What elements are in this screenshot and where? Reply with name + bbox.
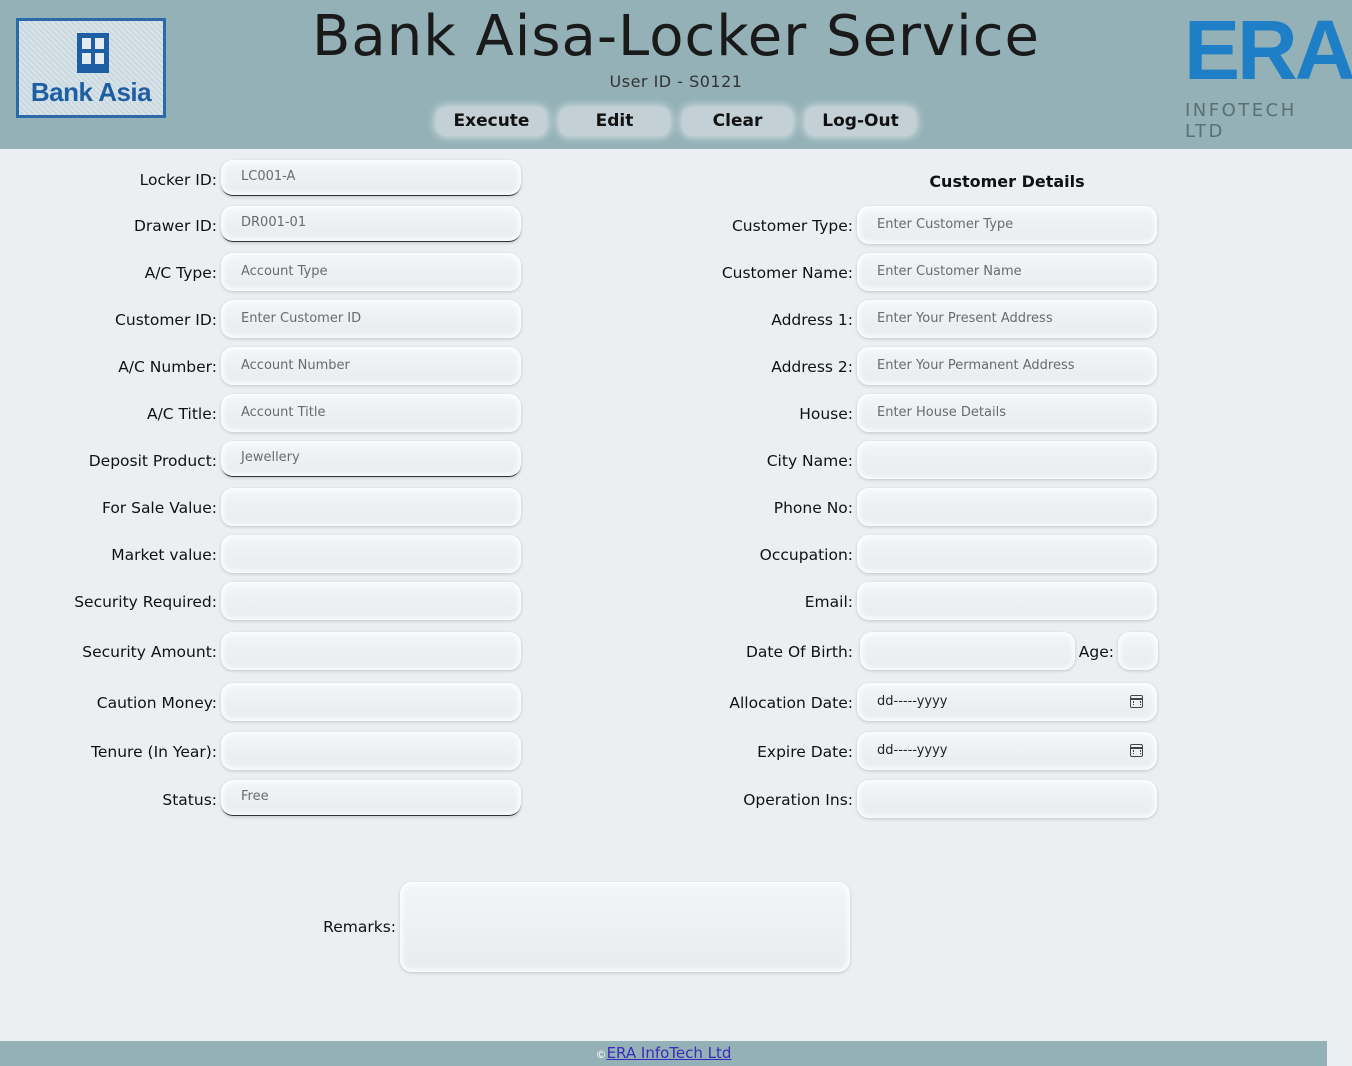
customer-name-label: Customer Name:: [721, 264, 853, 282]
remarks-label: Remarks:: [323, 918, 396, 936]
date-of-birth-label: Date Of Birth:: [746, 643, 853, 661]
operation-ins-field[interactable]: [857, 780, 1157, 818]
deposit-product-field[interactable]: Jewellery: [221, 441, 521, 477]
era-logo-subtext: INFOTECH LTD: [1185, 100, 1297, 142]
tenure-field[interactable]: [221, 732, 521, 770]
ac-title-field[interactable]: Account Title: [221, 394, 521, 432]
house-field[interactable]: Enter House Details: [857, 394, 1157, 432]
customer-id-label: Customer ID:: [115, 311, 217, 329]
tenure-label: Tenure (In Year):: [91, 743, 217, 761]
era-infotech-link[interactable]: ERA InfoTech Ltd: [607, 1044, 732, 1062]
address1-label: Address 1:: [771, 311, 853, 329]
city-name-field[interactable]: [857, 441, 1157, 479]
locker-id-label: Locker ID:: [139, 171, 217, 189]
execute-button[interactable]: Execute: [436, 107, 547, 136]
house-label: House:: [799, 405, 853, 423]
allocation-date-value: dd-----yyyy: [877, 694, 948, 709]
drawer-id-label: Drawer ID:: [133, 217, 217, 235]
customer-type-field[interactable]: Enter Customer Type: [857, 206, 1157, 244]
calendar-icon[interactable]: [1130, 695, 1143, 708]
locker-id-field[interactable]: LC001-A: [221, 160, 521, 196]
date-of-birth-field[interactable]: [860, 632, 1075, 670]
status-label: Status:: [162, 791, 217, 809]
expire-date-value: dd-----yyyy: [877, 743, 948, 758]
caution-money-field[interactable]: [221, 683, 521, 721]
ac-number-label: A/C Number:: [118, 358, 217, 376]
caution-money-label: Caution Money:: [96, 694, 217, 712]
ac-type-field[interactable]: Account Type: [221, 253, 521, 291]
expire-date-field[interactable]: dd-----yyyy: [857, 732, 1157, 770]
customer-id-field[interactable]: Enter Customer ID: [221, 300, 521, 338]
security-amount-field[interactable]: [221, 632, 521, 670]
status-field[interactable]: Free: [221, 780, 521, 816]
address2-field[interactable]: Enter Your Permanent Address: [857, 347, 1157, 385]
market-value-label: Market value:: [111, 546, 217, 564]
customer-type-label: Customer Type:: [731, 217, 853, 235]
ac-title-label: A/C Title:: [146, 405, 217, 423]
page-title: Bank Aisa-Locker Service: [312, 4, 1040, 69]
allocation-date-label: Allocation Date:: [729, 694, 853, 712]
allocation-date-field[interactable]: dd-----yyyy: [857, 683, 1157, 721]
edit-button[interactable]: Edit: [559, 107, 670, 136]
operation-ins-label: Operation Ins:: [743, 791, 853, 809]
city-name-label: City Name:: [766, 452, 853, 470]
copyright-symbol: ©: [595, 1048, 607, 1061]
calendar-icon[interactable]: [1130, 744, 1143, 757]
clear-button[interactable]: Clear: [682, 107, 793, 136]
phone-no-label: Phone No:: [773, 499, 853, 517]
ac-type-label: A/C Type:: [144, 264, 217, 282]
address1-field[interactable]: Enter Your Present Address: [857, 300, 1157, 338]
address2-label: Address 2:: [771, 358, 853, 376]
age-label: Age:: [1078, 643, 1114, 661]
user-id-text: User ID - S0121: [609, 72, 743, 91]
logout-button[interactable]: Log-Out: [805, 107, 916, 136]
remarks-textarea[interactable]: [400, 882, 850, 972]
security-required-field[interactable]: [221, 582, 521, 620]
ac-number-field[interactable]: Account Number: [221, 347, 521, 385]
email-label: Email:: [804, 593, 853, 611]
occupation-label: Occupation:: [759, 546, 853, 564]
customer-name-field[interactable]: Enter Customer Name: [857, 253, 1157, 291]
market-value-field[interactable]: [221, 535, 521, 573]
header-bar: Bank Asia Bank Aisa-Locker Service User …: [0, 0, 1352, 149]
expire-date-label: Expire Date:: [757, 743, 853, 761]
for-sale-value-label: For Sale Value:: [101, 499, 217, 517]
era-infotech-logo: ERA INFOTECH LTD: [1184, 8, 1352, 142]
email-field[interactable]: [857, 582, 1157, 620]
security-required-label: Security Required:: [74, 593, 217, 611]
phone-no-field[interactable]: [857, 488, 1157, 526]
drawer-id-field[interactable]: DR001-01: [221, 206, 521, 242]
age-field[interactable]: [1118, 632, 1158, 670]
customer-details-heading: Customer Details: [929, 172, 1085, 191]
occupation-field[interactable]: [857, 535, 1157, 573]
for-sale-value-field[interactable]: [221, 488, 521, 526]
security-amount-label: Security Amount:: [82, 643, 217, 661]
era-logo-text: ERA: [1184, 3, 1352, 97]
footer-bar: ©ERA InfoTech Ltd: [0, 1041, 1327, 1066]
deposit-product-label: Deposit Product:: [88, 452, 217, 470]
